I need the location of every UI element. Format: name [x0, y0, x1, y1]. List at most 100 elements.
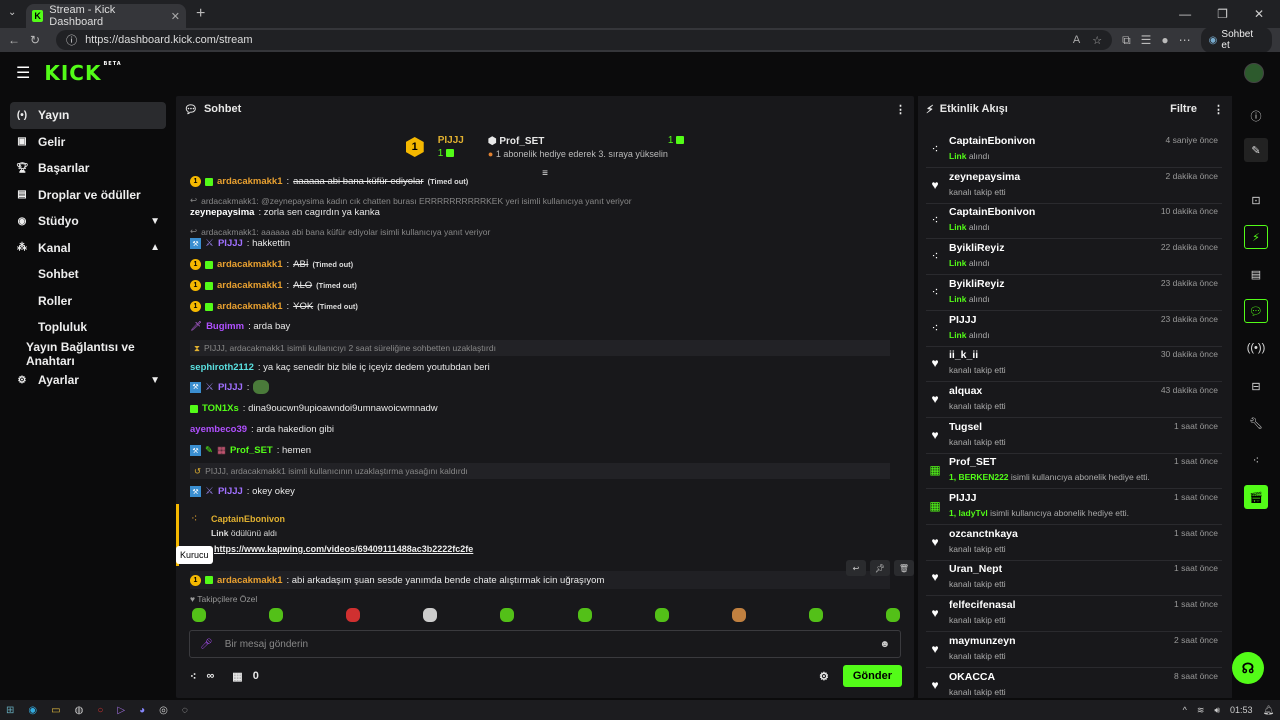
kick-logo[interactable]: KICK BETA [44, 61, 121, 85]
steam-icon[interactable]: ◎ [159, 705, 168, 716]
feed-item[interactable]: ♥ maymunzeyn kanalı takip etti 2 saat önce [926, 632, 1222, 668]
avatar[interactable] [1244, 63, 1264, 83]
chat-message[interactable]: TON1Xs: dina9oucwn9upioawndoi9umnawoicwm… [190, 403, 906, 414]
chat-username[interactable]: PIJJJ [218, 486, 243, 497]
notification-icon[interactable]: 🔔︎ [1263, 705, 1274, 716]
notes-icon[interactable]: ▤ [1244, 262, 1268, 286]
chat-message[interactable]: 🗡︎ Bugimm: arda bay [190, 321, 906, 332]
feed-item[interactable]: ♥ Tugsel kanalı takip etti 1 saat önce [926, 418, 1222, 454]
feed-item[interactable]: ♥ ozcanctnkaya kanalı takip etti 1 saat önc… [926, 525, 1222, 561]
reward-link[interactable]: https://www.kapwing.com/videos/694091114… [214, 544, 473, 554]
profile-icon[interactable]: ● [1161, 33, 1168, 47]
feed-item[interactable]: ⁖ PIJJJ Link alındı 23 dakika önce [926, 311, 1222, 347]
sidebar-item-yayin[interactable]: (•) Yayın [10, 102, 166, 129]
obs-icon[interactable]: ◌ [182, 705, 188, 716]
sidebar-item-ayarlar[interactable]: ⚙ Ayarlar ▼ [10, 367, 166, 394]
feed-username[interactable]: PIJJJ [949, 314, 976, 326]
info-icon[interactable]: ⓘ [1244, 104, 1268, 128]
feed-item[interactable]: ♥ felfecifenasal kanalı takip etti 1 saat ö… [926, 596, 1222, 633]
feed-username[interactable]: ii_k_ii [949, 349, 978, 361]
emote-icon[interactable] [423, 608, 438, 622]
feed-item[interactable]: ⁖ CaptainEbonivon Link alındı 10 dakika önc… [926, 203, 1222, 240]
discord-icon[interactable]: ◕ [139, 705, 145, 716]
feed-username[interactable]: ByikliReyiz [949, 278, 1004, 290]
gift-store-icon[interactable]: ▦ [232, 670, 242, 683]
more-icon[interactable]: ⋯ [1179, 33, 1191, 47]
broadcast-status-icon[interactable]: ((•)) [1244, 336, 1268, 360]
feed-username[interactable]: zeynepaysima [949, 171, 1020, 183]
feed-item[interactable]: ♥ alquax kanalı takip etti 43 dakika önce [926, 382, 1222, 418]
extensions-icon[interactable]: ⧉ [1122, 33, 1131, 48]
chat-username[interactable]: TON1Xs [202, 403, 239, 414]
reward-username[interactable]: CaptainEbonivon [211, 514, 285, 524]
chat-message[interactable]: ⚒ ⚔ PIJJJ: hakkettin [190, 238, 906, 249]
emote-icon[interactable] [577, 608, 592, 622]
volume-icon[interactable]: 🔊︎ [1214, 705, 1220, 716]
chat-toggle-icon[interactable]: 💬︎ [1244, 299, 1268, 323]
chat-username[interactable]: Bugimm [206, 321, 244, 332]
feed-more-icon[interactable]: ⋮ [1213, 103, 1224, 116]
message-input[interactable]: 🎤︎ Bir mesaj gönderin ☻ [189, 630, 901, 658]
emoji-icon[interactable]: ☻ [879, 639, 890, 650]
clock[interactable]: 01:53 [1230, 705, 1253, 716]
feed-username[interactable]: maymunzeyn [949, 635, 1016, 647]
feed-username[interactable]: Uran_Nept [949, 563, 1002, 575]
favorites-icon[interactable]: ☰ [1141, 33, 1152, 47]
chat-message[interactable]: sephiroth2112: ya kaç senedir biz bile i… [190, 362, 906, 373]
feed-username[interactable]: Tugsel [949, 421, 982, 433]
clapper-icon[interactable]: 🎬︎ [1244, 485, 1268, 509]
close-window-icon[interactable]: ✕ [1254, 7, 1264, 21]
windows-start-icon[interactable]: ⊞ [6, 705, 14, 716]
chat-message[interactable]: ⚒ ⚔ PIJJJ: [190, 380, 906, 394]
favorite-star-icon[interactable]: ☆ [1092, 34, 1102, 47]
feed-item[interactable]: ▦ PIJJJ 1, ladyTvl isimli kullanıcıya abon… [926, 489, 1222, 525]
emote-icon[interactable] [346, 608, 361, 622]
pin-icon[interactable]: 📌︎ [870, 560, 890, 576]
feed-username[interactable]: Prof_SET [949, 456, 996, 468]
feed-username[interactable]: ByikliReyiz [949, 242, 1004, 254]
send-button[interactable]: Gönder [842, 665, 902, 687]
minimize-icon[interactable]: — [1179, 7, 1191, 21]
feed-item[interactable]: ♥ ii_k_ii kanalı takip etti 30 dakika önce [926, 346, 1222, 383]
chat-username[interactable]: sephiroth2112 [190, 362, 254, 373]
feed-username[interactable]: felfecifenasal [949, 599, 1016, 611]
chat-username[interactable]: Prof_SET [230, 445, 273, 456]
chat-message[interactable]: 1 ardacakmakk1: aaaaaa abi bana küfür ediy… [190, 176, 906, 187]
feed-username[interactable]: CaptainEbonivon [949, 135, 1035, 147]
opera-icon[interactable]: ○ [97, 705, 103, 716]
menu-icon[interactable]: ☰ [16, 63, 30, 83]
feed-item[interactable]: ⁖ ByikliReyiz Link alındı 23 dakika önce [926, 275, 1222, 311]
layout-icon[interactable]: ⊟ [1244, 374, 1268, 398]
chat-username[interactable]: zeynepaysima [190, 207, 254, 218]
file-explorer-icon[interactable]: ▭ [51, 705, 60, 716]
sidebar-item-sohbet[interactable]: Sohbet [10, 261, 166, 288]
sidebar-item-droplar[interactable]: ▤ Droplar ve ödüller [10, 182, 166, 209]
rewards-icon[interactable]: ⁖ [1244, 448, 1268, 472]
delete-icon[interactable]: 🗑︎ [894, 560, 914, 576]
reload-icon[interactable]: ↻ [30, 33, 40, 47]
feed-username[interactable]: OKACCA [949, 671, 995, 683]
microphone-icon[interactable]: 🎤︎ [200, 639, 213, 650]
feed-username[interactable]: PIJJJ [949, 492, 976, 504]
maximize-icon[interactable]: ❐ [1217, 7, 1228, 21]
chat-username[interactable]: ardacakmakk1 [217, 280, 283, 291]
sidebar-item-kanal[interactable]: ⁂ Kanal ▲ [10, 235, 166, 262]
chat-message[interactable]: ayembeco39: arda hakedion gibi [190, 424, 906, 435]
reply-action-icon[interactable]: ↩ [846, 560, 866, 576]
wifi-icon[interactable]: ≋ [1197, 705, 1205, 716]
feed-item[interactable]: ⁖ CaptainEbonivon Link alındı 4 saniye önce [926, 132, 1222, 168]
feed-item[interactable]: ♥ zeynepaysima kanalı takip etti 2 dakika ö… [926, 168, 1222, 204]
chat-message[interactable]: 1 ardacakmakk1: ABİ (Timed out) [190, 259, 906, 270]
emote-icon[interactable] [808, 608, 823, 622]
emote-icon[interactable] [269, 608, 284, 622]
chat-message[interactable]: 1 ardacakmakk1: YOK (Timed out) [190, 301, 906, 312]
emote-icon[interactable] [500, 608, 515, 622]
chat-username[interactable]: ardacakmakk1 [217, 259, 283, 270]
chat-settings-icon[interactable]: ⚙ [819, 670, 829, 683]
feed-item[interactable]: ♥ Uran_Nept kanalı takip etti 1 saat önce [926, 560, 1222, 597]
chat-username[interactable]: ardacakmakk1 [217, 176, 283, 187]
sidebar-item-gelir[interactable]: ▣ Gelir [10, 129, 166, 156]
chat-message[interactable]: 1 ardacakmakk1: abi arkadaşım şuan sesde … [190, 571, 890, 589]
edge-icon[interactable]: ◉ [28, 705, 37, 716]
chat-username[interactable]: ardacakmakk1 [217, 575, 283, 586]
